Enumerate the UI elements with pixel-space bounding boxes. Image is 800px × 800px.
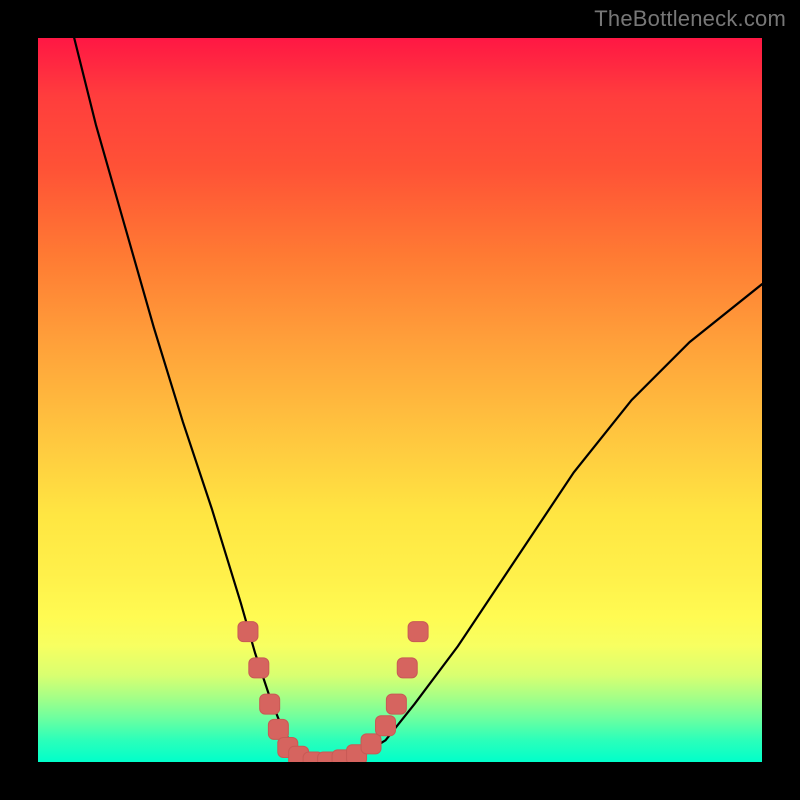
marker-point xyxy=(397,658,417,678)
chart-frame: TheBottleneck.com xyxy=(0,0,800,800)
marker-point xyxy=(238,622,258,642)
chart-svg xyxy=(38,38,762,762)
marker-point xyxy=(408,622,428,642)
marker-point xyxy=(376,716,396,736)
marker-point xyxy=(268,719,288,739)
watermark-label: TheBottleneck.com xyxy=(594,6,786,32)
bottleneck-curve xyxy=(74,38,762,762)
plot-area xyxy=(38,38,762,762)
marker-point xyxy=(249,658,269,678)
optimal-range-markers xyxy=(238,622,428,762)
marker-point xyxy=(260,694,280,714)
marker-point xyxy=(386,694,406,714)
marker-point xyxy=(361,734,381,754)
